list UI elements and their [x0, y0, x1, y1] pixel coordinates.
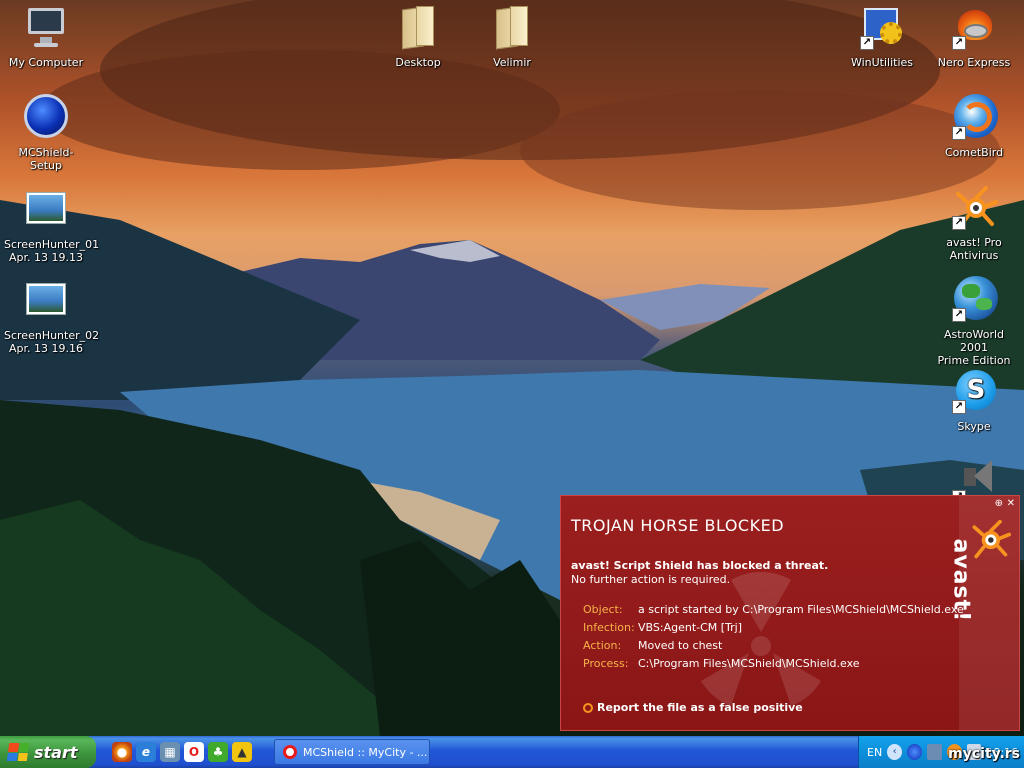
taskbar: start ● e ▦ O ♣ ▲ MCShield :: MyCity - .… [0, 736, 1024, 768]
shortcut-arrow-icon: ↗ [952, 36, 966, 50]
skype-logo-icon: S ↗ [950, 368, 998, 416]
threat-details: Object: a script started by C:\Program F… [583, 600, 964, 672]
popup-title: TROJAN HORSE BLOCKED [571, 516, 785, 535]
folder-icon [394, 4, 442, 52]
screenhunter-01-date: Apr. 13 19.13 [9, 251, 83, 264]
shortcut-arrow-icon: ↗ [860, 36, 874, 50]
show-desktop-icon[interactable]: ▦ [160, 742, 180, 762]
windows-flag-icon [6, 743, 30, 761]
close-icon[interactable]: ✕ [1007, 498, 1015, 509]
detail-value: Moved to chest [638, 638, 723, 652]
opera-icon [283, 745, 297, 759]
screenhunter-02-date: Apr. 13 19.16 [9, 342, 83, 355]
avast-logo-icon: ↗ [950, 184, 998, 232]
winutilities-label: WinUtilities [850, 56, 914, 69]
taskbar-window-title: MCShield :: MyCity - ... [303, 745, 428, 759]
green-app-icon[interactable]: ♣ [208, 742, 228, 762]
nero-flame-icon: ↗ [950, 4, 998, 52]
folder-icon [488, 4, 536, 52]
detail-key: Object: [583, 602, 623, 616]
yellow-app-icon[interactable]: ▲ [232, 742, 252, 762]
cometbird-label: CometBird [944, 146, 1004, 159]
detail-row-infection: Infection: VBS:Agent-CM [Trj] [583, 618, 964, 636]
avast-logo-icon [972, 519, 1011, 559]
image-thumbnail-icon [22, 186, 70, 234]
network-tray-icon[interactable] [926, 744, 942, 760]
winutilities-icon[interactable]: ↗ WinUtilities [840, 4, 924, 69]
my-computer-label: My Computer [8, 56, 84, 69]
report-link-label: Report the file as a false positive [597, 701, 803, 714]
globe-icon: ↗ [950, 276, 998, 324]
detail-row-action: Action: Moved to chest [583, 636, 964, 654]
opera-icon[interactable]: O [184, 742, 204, 762]
desktop-folder-icon[interactable]: Desktop [376, 4, 460, 69]
taskbar-window-button[interactable]: MCShield :: MyCity - ... [274, 739, 430, 765]
my-computer-icon[interactable]: My Computer [4, 4, 88, 69]
shortcut-arrow-icon: ↗ [952, 216, 966, 230]
avast-brand-text: avast! [948, 538, 974, 623]
detail-row-process: Process: C:\Program Files\MCShield\MCShi… [583, 654, 964, 672]
avast-pro-icon[interactable]: ↗ avast! Pro Antivirus [932, 184, 1016, 262]
site-watermark: mycity.rs [948, 746, 1020, 762]
firefox-icon[interactable]: ● [112, 742, 132, 762]
nero-express-label: Nero Express [937, 56, 1011, 69]
detail-key: Infection: [583, 620, 635, 634]
computer-monitor-icon [22, 4, 70, 52]
pin-icon[interactable]: ⊕ [995, 498, 1003, 509]
blue-orb-icon [22, 94, 70, 142]
mcshield-setup-label: MCShield-Setup [18, 146, 74, 172]
astroworld-label-line1: AstroWorld 2001 [943, 328, 1005, 354]
cometbird-logo-icon: ↗ [950, 94, 998, 142]
avast-threat-popup[interactable]: TROJAN HORSE BLOCKED avast! Script Shiel… [560, 495, 1020, 731]
detail-row-object: Object: a script started by C:\Program F… [583, 600, 964, 618]
popup-headline: avast! Script Shield has blocked a threa… [571, 559, 829, 572]
skype-label: Skype [957, 420, 991, 433]
velimir-folder-icon[interactable]: Velimir [470, 4, 554, 69]
cometbird-icon[interactable]: ↗ CometBird [932, 94, 1016, 159]
start-label: start [34, 742, 78, 762]
language-indicator[interactable]: EN [867, 746, 882, 759]
detail-key: Action: [583, 638, 622, 652]
circle-bullet-icon [583, 702, 593, 713]
chevron-left-icon[interactable]: ‹ [887, 744, 903, 760]
quick-launch-bar: ● e ▦ O ♣ ▲ [112, 742, 252, 762]
internet-explorer-icon[interactable]: e [136, 742, 156, 762]
start-button[interactable]: start [0, 736, 96, 768]
avast-pro-label-line1: avast! Pro [946, 236, 1002, 249]
screenhunter-02-icon[interactable]: ScreenHunter_02 Apr. 13 19.16 [4, 277, 100, 355]
shortcut-arrow-icon: ↗ [952, 400, 966, 414]
detail-value: a script started by C:\Program Files\MCS… [638, 602, 964, 616]
popup-subline: No further action is required. [571, 573, 731, 586]
shortcut-arrow-icon: ↗ [952, 126, 966, 140]
screenhunter-01-name: ScreenHunter_01 [4, 238, 100, 251]
detail-value: VBS:Agent-CM [Trj] [638, 620, 743, 634]
astroworld-icon[interactable]: ↗ AstroWorld 2001 Prime Edition ... [932, 276, 1016, 380]
skype-icon[interactable]: S ↗ Skype [932, 368, 1016, 433]
screenhunter-02-name: ScreenHunter_02 [4, 329, 100, 342]
report-false-positive-link[interactable]: Report the file as a false positive [583, 701, 803, 714]
gear-window-icon: ↗ [858, 4, 906, 52]
shortcut-arrow-icon: ↗ [952, 308, 966, 322]
image-thumbnail-icon [22, 277, 70, 325]
velimir-folder-label: Velimir [493, 56, 531, 69]
mcshield-setup-icon[interactable]: MCShield-Setup [4, 94, 88, 172]
detail-value: C:\Program Files\MCShield\MCShield.exe [638, 656, 860, 670]
blue-orb-tray-icon[interactable] [907, 744, 922, 760]
nero-express-icon[interactable]: ↗ Nero Express [932, 4, 1016, 69]
popup-brand-sidebar: avast! [949, 496, 1019, 730]
desktop-folder-label: Desktop [395, 56, 441, 69]
detail-key: Process: [583, 656, 629, 670]
avast-pro-label-line2: Antivirus [949, 249, 999, 262]
screenhunter-01-icon[interactable]: ScreenHunter_01 Apr. 13 19.13 [4, 186, 100, 264]
